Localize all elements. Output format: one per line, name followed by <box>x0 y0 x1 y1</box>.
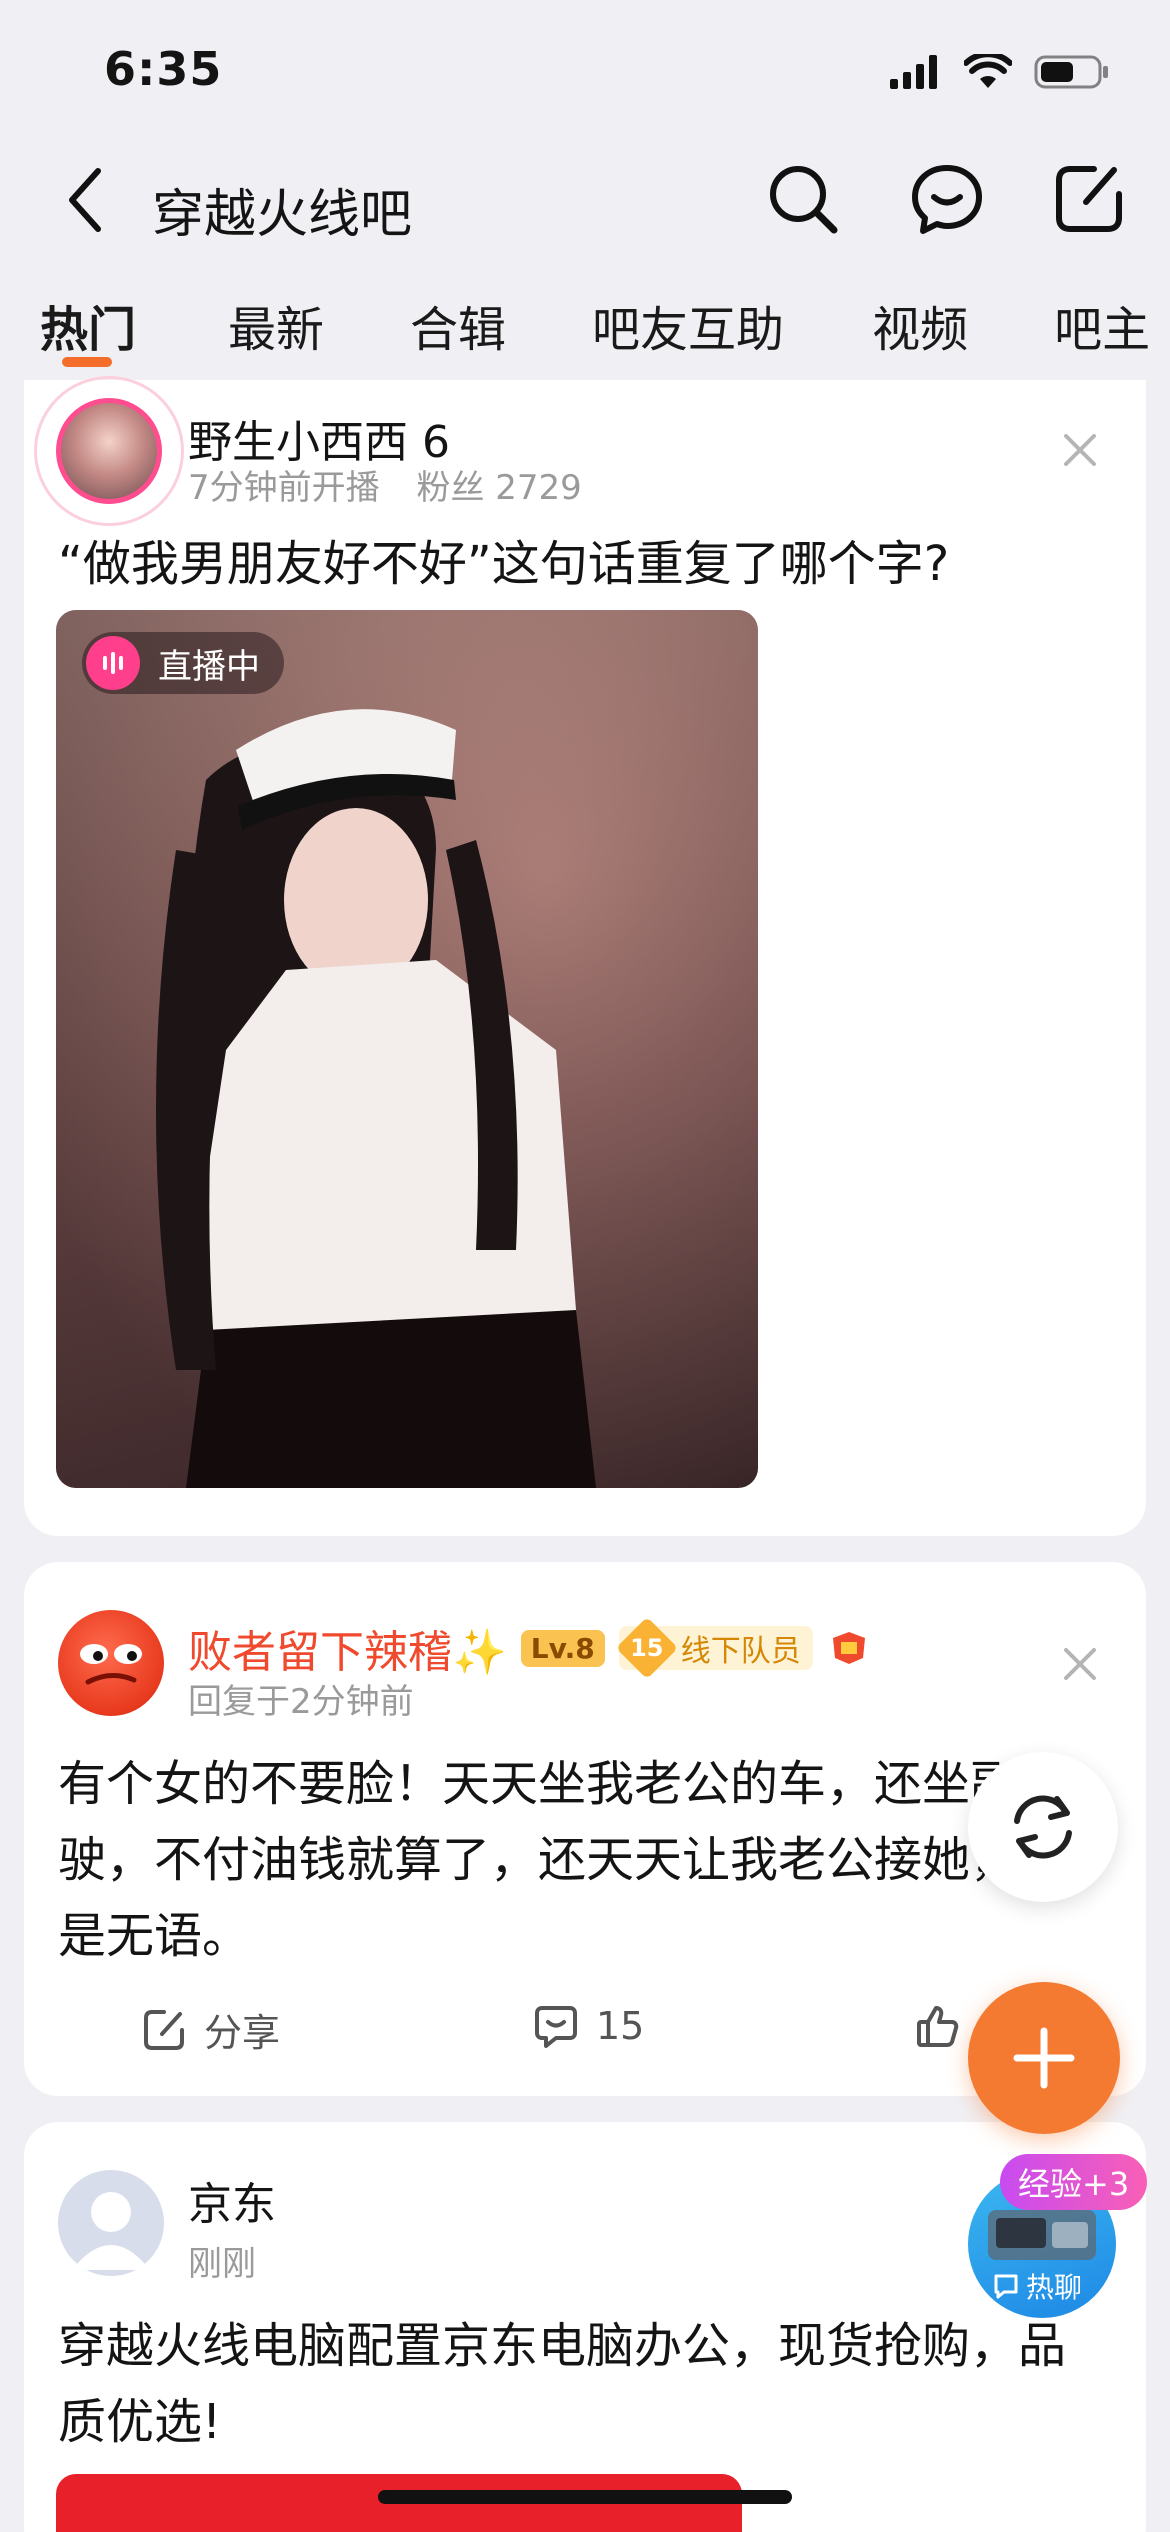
plus-icon <box>1013 2027 1075 2089</box>
tab-mutual-help[interactable]: 吧友互助 <box>592 290 784 360</box>
avatar[interactable] <box>58 1610 164 1716</box>
home-indicator <box>378 2490 792 2504</box>
live-equalizer-icon <box>86 636 140 690</box>
post-author[interactable]: 败者留下辣稽✨ <box>188 1616 507 1680</box>
close-icon[interactable] <box>1060 430 1100 470</box>
active-tab-indicator <box>62 357 112 367</box>
tab-collection[interactable]: 合辑 <box>410 290 506 360</box>
avatar[interactable] <box>56 398 162 504</box>
game-badge-icon <box>832 1632 865 1664</box>
comment-icon <box>535 2006 577 2048</box>
status-time: 6:35 <box>104 42 223 96</box>
close-icon[interactable] <box>1060 1644 1100 1684</box>
author-row: 败者留下辣稽✨ Lv.8 15 线下队员 <box>188 1616 871 1680</box>
tab-video[interactable]: 视频 <box>872 290 968 360</box>
post-meta: 7分钟前开播 粉丝 2729 <box>188 460 582 509</box>
tab-latest[interactable]: 最新 <box>228 290 324 360</box>
default-avatar-icon <box>72 2192 150 2270</box>
live-badge: 直播中 <box>82 632 284 694</box>
message-icon[interactable] <box>908 160 986 238</box>
post-time: 刚刚 <box>188 2244 256 2284</box>
live-stream-thumbnail[interactable] <box>56 610 758 1488</box>
avatar[interactable] <box>58 2170 164 2276</box>
search-icon[interactable] <box>764 160 842 238</box>
wifi-icon <box>964 54 1012 88</box>
live-start-time: 7分钟前开播 <box>188 468 380 508</box>
post-text[interactable]: 有个女的不要脸！天天坐我老公的车，还坐副驾驶，不付油钱就算了，还天天让我老公接她… <box>58 1746 1098 1974</box>
forum-title: 穿越火线吧 <box>152 185 413 245</box>
role-badge: 15 线下队员 <box>615 1616 813 1680</box>
share-button[interactable]: 分享 <box>140 2002 280 2057</box>
new-post-button[interactable] <box>968 1982 1120 2134</box>
share-label: 分享 <box>204 2011 281 2055</box>
hot-chat-label: 热聊 <box>1026 2271 1083 2304</box>
post-edit-icon[interactable] <box>1050 160 1128 238</box>
battery-icon <box>1034 55 1108 89</box>
post-text[interactable]: 穿越火线电脑配置京东电脑办公，现货抢购，品质优选! <box>58 2308 1108 2460</box>
reply-time: 回复于2分钟前 <box>188 1682 414 1722</box>
share-icon <box>144 2009 184 2050</box>
post-text[interactable]: “做我男朋友好不好”这句话重复了哪个字? <box>58 526 949 602</box>
refresh-icon <box>1014 1795 1072 1859</box>
cellular-signal-icon <box>890 55 937 89</box>
live-stream-image <box>56 610 758 1488</box>
tab-bar: 热门 最新 合辑 吧友互助 视频 吧主 <box>40 290 1150 360</box>
post-author[interactable]: 京东 <box>188 2168 276 2232</box>
role-level-icon: 15 <box>615 1616 678 1680</box>
tab-moderator[interactable]: 吧主 <box>1054 290 1150 360</box>
comment-count: 15 <box>596 2004 645 2048</box>
comment-button[interactable]: 15 <box>532 2002 644 2050</box>
hot-chat-label-row: 热聊 <box>992 2266 1082 2306</box>
exp-badge: 经验+3 <box>1000 2154 1148 2210</box>
thumbs-up-icon <box>917 2006 959 2047</box>
like-button[interactable] <box>914 2002 962 2050</box>
fans-count: 粉丝 2729 <box>416 468 582 508</box>
level-badge: Lv.8 <box>520 1629 605 1667</box>
status-icons <box>890 54 1110 90</box>
live-badge-label: 直播中 <box>158 646 260 687</box>
back-arrow-icon[interactable] <box>60 165 110 235</box>
chat-bubble-icon <box>994 2274 1018 2299</box>
tab-hot[interactable]: 热门 <box>40 290 136 360</box>
refresh-button[interactable] <box>968 1752 1118 1902</box>
angry-face-icon <box>80 1644 142 1685</box>
role-label: 线下队员 <box>680 1634 801 1669</box>
